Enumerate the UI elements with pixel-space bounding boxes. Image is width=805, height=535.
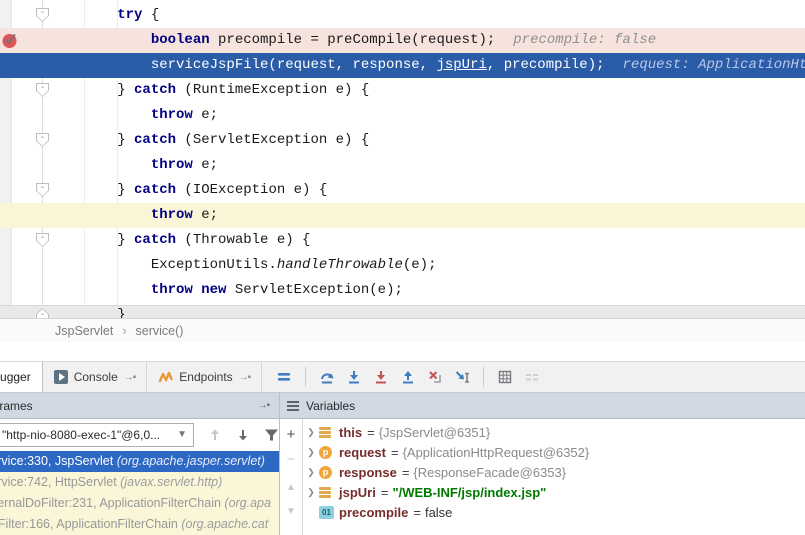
value-icon [319,487,331,498]
tab-console-label: Console [74,370,118,384]
variable-row[interactable]: 01precompile=false [303,502,805,522]
code-line[interactable]: throw e; [0,103,805,128]
tab-restore-icon: →▪ [239,372,251,383]
expand-chevron-icon[interactable]: ❯ [303,487,319,498]
debug-tab-bar: Debugger Console →▪ Endpoints →▪ [0,361,805,393]
code-line[interactable]: serviceJspFile(request, response, jspUri… [0,53,805,78]
variable-value: {JspServlet@6351} [379,425,491,440]
tab-debugger-label: Debugger [0,370,31,384]
step-out-icon[interactable] [399,368,417,386]
evaluate-expression-icon[interactable] [496,368,514,386]
step-over-icon[interactable] [318,368,336,386]
tab-endpoints-label: Endpoints [179,370,232,384]
frames-list: service:330, JspServlet (org.apache.jasp… [0,451,279,535]
variable-value: {ResponseFacade@6353} [413,465,566,480]
tab-endpoints[interactable]: Endpoints →▪ [147,362,262,392]
code-line[interactable]: try { [0,3,805,28]
breadcrumb-method[interactable]: service() [136,324,184,338]
code-line[interactable]: boolean precompile = preCompile(request)… [0,28,805,53]
parameter-icon: p [319,466,332,479]
frame-row[interactable]: doFilter:166, ApplicationFilterChain (or… [0,514,279,535]
inline-debugger-hint: precompile: false [513,32,656,48]
variable-name: response [339,465,397,480]
code-line[interactable]: throw e; [0,203,805,228]
code-line[interactable]: } catch (Throwable e) { [0,228,805,253]
remove-watch-button[interactable]: − [280,449,302,469]
tab-debugger[interactable]: Debugger [0,362,43,392]
variables-menu-icon[interactable] [287,399,299,413]
inline-debugger-hint: request: ApplicationHttpRe [623,57,805,73]
filter-icon[interactable] [262,426,279,444]
frame-row[interactable]: service:742, HttpServlet (javax.servlet.… [0,472,279,493]
frame-up-icon[interactable] [206,426,224,444]
variable-row[interactable]: ❯this={JspServlet@6351} [303,422,805,442]
expand-chevron-icon[interactable]: ❯ [303,467,319,478]
variables-panel: + − ▲ ▼ ❯this={JspServlet@6351}❯prequest… [280,419,805,535]
code-line[interactable]: } catch (RuntimeException e) { [0,78,805,103]
debug-tool-window: Debugger Console →▪ Endpoints →▪ [0,361,805,535]
breadcrumb-class[interactable]: JspServlet [55,324,113,338]
variables-panel-header: Variables [280,393,805,419]
run-to-cursor-icon[interactable] [453,368,471,386]
variable-row[interactable]: ❯jspUri="/WEB-INF/jsp/index.jsp" [303,482,805,502]
thread-selector-value: "http-nio-8080-exec-1"@6,0... [2,428,160,442]
move-down-button[interactable]: ▼ [280,501,302,521]
toolbar-separator [483,367,484,387]
variable-name: request [339,445,386,460]
variable-name: this [339,425,362,440]
toolbar-separator [305,367,306,387]
code-lines: try {boolean precompile = preCompile(req… [0,3,805,318]
restore-layout-icon[interactable]: →▪ [257,400,269,411]
variable-value: {ApplicationHttpRequest@6352} [403,445,590,460]
variables-side-toolbar: + − ▲ ▼ [280,419,303,535]
value-icon [319,427,331,438]
code-line[interactable]: throw e; [0,153,805,178]
primitive-icon: 01 [319,506,334,519]
code-line[interactable]: ExceptionUtils.handleThrowable(e); [0,253,805,278]
expand-chevron-icon[interactable]: ❯ [303,447,319,458]
thread-selector[interactable]: "http-nio-8080-exec-1"@6,0... ▼ [0,423,194,447]
frames-panel-header: Frames →▪ [0,393,279,419]
breadcrumb-separator: › [122,324,126,338]
console-icon [54,370,68,384]
variables-title: Variables [306,399,355,413]
code-editor[interactable]: try {boolean precompile = preCompile(req… [0,0,805,318]
frames-panel: "http-nio-8080-exec-1"@6,0... ▼ service:… [0,419,279,535]
show-execution-point-icon[interactable] [275,368,293,386]
parameter-icon: p [319,446,332,459]
step-into-icon[interactable] [345,368,363,386]
breadcrumb: JspServlet › service() [0,318,805,342]
variable-value: "/WEB-INF/jsp/index.jsp" [392,485,546,500]
variables-tree: ❯this={JspServlet@6351}❯prequest={Applic… [303,422,805,522]
variable-name: precompile [339,505,408,520]
breakpoint-icon[interactable] [2,32,19,49]
variable-value: false [425,505,452,520]
frames-title: Frames [0,399,33,413]
tab-console[interactable]: Console →▪ [43,362,148,392]
move-up-button[interactable]: ▲ [280,477,302,497]
code-line[interactable]: } catch (IOException e) { [0,178,805,203]
tab-restore-icon: →▪ [124,372,136,383]
variable-row[interactable]: ❯presponse={ResponseFacade@6353} [303,462,805,482]
debug-stepping-toolbar [262,362,541,392]
code-line[interactable]: } catch (ServletException e) { [0,128,805,153]
code-line[interactable]: throw new ServletException(e); [0,278,805,303]
frame-row[interactable]: service:330, JspServlet (org.apache.jasp… [0,451,279,472]
frame-down-icon[interactable] [234,426,252,444]
drop-frame-icon[interactable] [426,368,444,386]
force-step-into-icon[interactable] [372,368,390,386]
add-watch-button[interactable]: + [280,424,302,444]
chevron-down-icon: ▼ [177,424,187,446]
code-line[interactable]: } [0,303,805,318]
variable-name: jspUri [339,485,376,500]
variable-row[interactable]: ❯prequest={ApplicationHttpRequest@6352} [303,442,805,462]
endpoints-icon [158,370,173,384]
expand-chevron-icon[interactable]: ❯ [303,427,319,438]
frame-row[interactable]: internalDoFilter:231, ApplicationFilterC… [0,493,279,514]
ide-window: try {boolean precompile = preCompile(req… [0,0,805,535]
trace-stream-icon[interactable] [523,368,541,386]
